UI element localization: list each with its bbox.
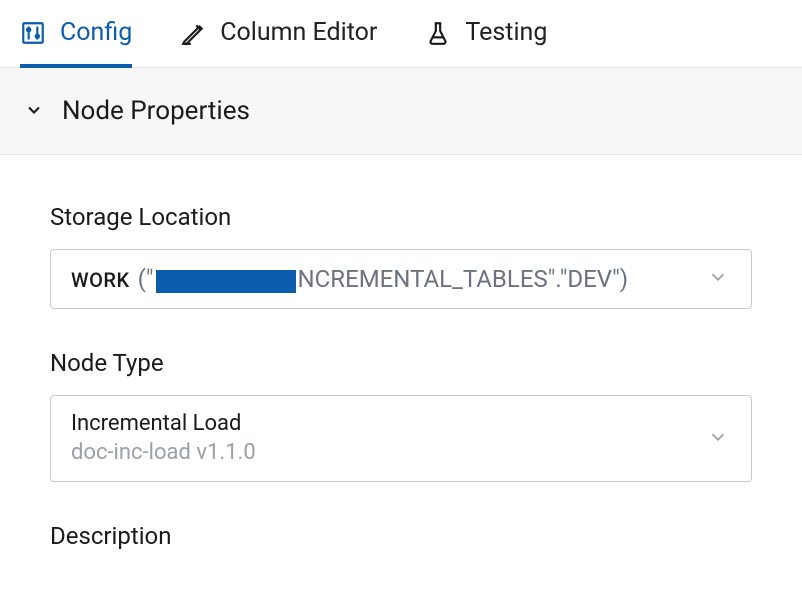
field-node-type: Node Type Incremental Load doc-inc-load … [50, 349, 752, 482]
tab-column-editor[interactable]: Column Editor [180, 18, 377, 67]
chevron-down-icon [24, 100, 44, 125]
pencil-icon [180, 20, 206, 46]
storage-location-value: WORK ("NCREMENTAL_TABLES"."DEV") [71, 265, 628, 294]
field-storage-location: Storage Location WORK ("NCREMENTAL_TABLE… [50, 203, 752, 309]
node-type-main: Incremental Load [71, 410, 256, 439]
chevron-down-icon [707, 266, 729, 292]
section-title: Node Properties [62, 96, 250, 126]
node-type-value: Incremental Load doc-inc-load v1.1.0 [71, 410, 256, 467]
chevron-down-icon [707, 426, 729, 452]
node-type-sub: doc-inc-load v1.1.0 [71, 439, 256, 468]
tab-testing[interactable]: Testing [425, 18, 547, 67]
section-body: Storage Location WORK ("NCREMENTAL_TABLE… [0, 155, 802, 550]
storage-location-select[interactable]: WORK ("NCREMENTAL_TABLES"."DEV") [50, 249, 752, 309]
storage-location-label: Storage Location [50, 203, 752, 231]
node-type-label: Node Type [50, 349, 752, 377]
flask-icon [425, 20, 451, 46]
field-description: Description [50, 522, 752, 550]
sliders-icon [20, 20, 46, 46]
node-type-select[interactable]: Incremental Load doc-inc-load v1.1.0 [50, 395, 752, 482]
storage-location-path: ("NCREMENTAL_TABLES"."DEV") [138, 265, 629, 294]
storage-location-prefix: WORK [71, 268, 130, 292]
description-label: Description [50, 522, 752, 550]
tab-testing-label: Testing [465, 18, 547, 47]
tab-config-label: Config [60, 18, 132, 47]
section-header-node-properties[interactable]: Node Properties [0, 68, 802, 155]
tabs-bar: Config Column Editor Testing [0, 0, 802, 68]
redacted-block [156, 270, 296, 293]
tab-column-editor-label: Column Editor [220, 18, 377, 47]
tab-config[interactable]: Config [20, 18, 132, 67]
